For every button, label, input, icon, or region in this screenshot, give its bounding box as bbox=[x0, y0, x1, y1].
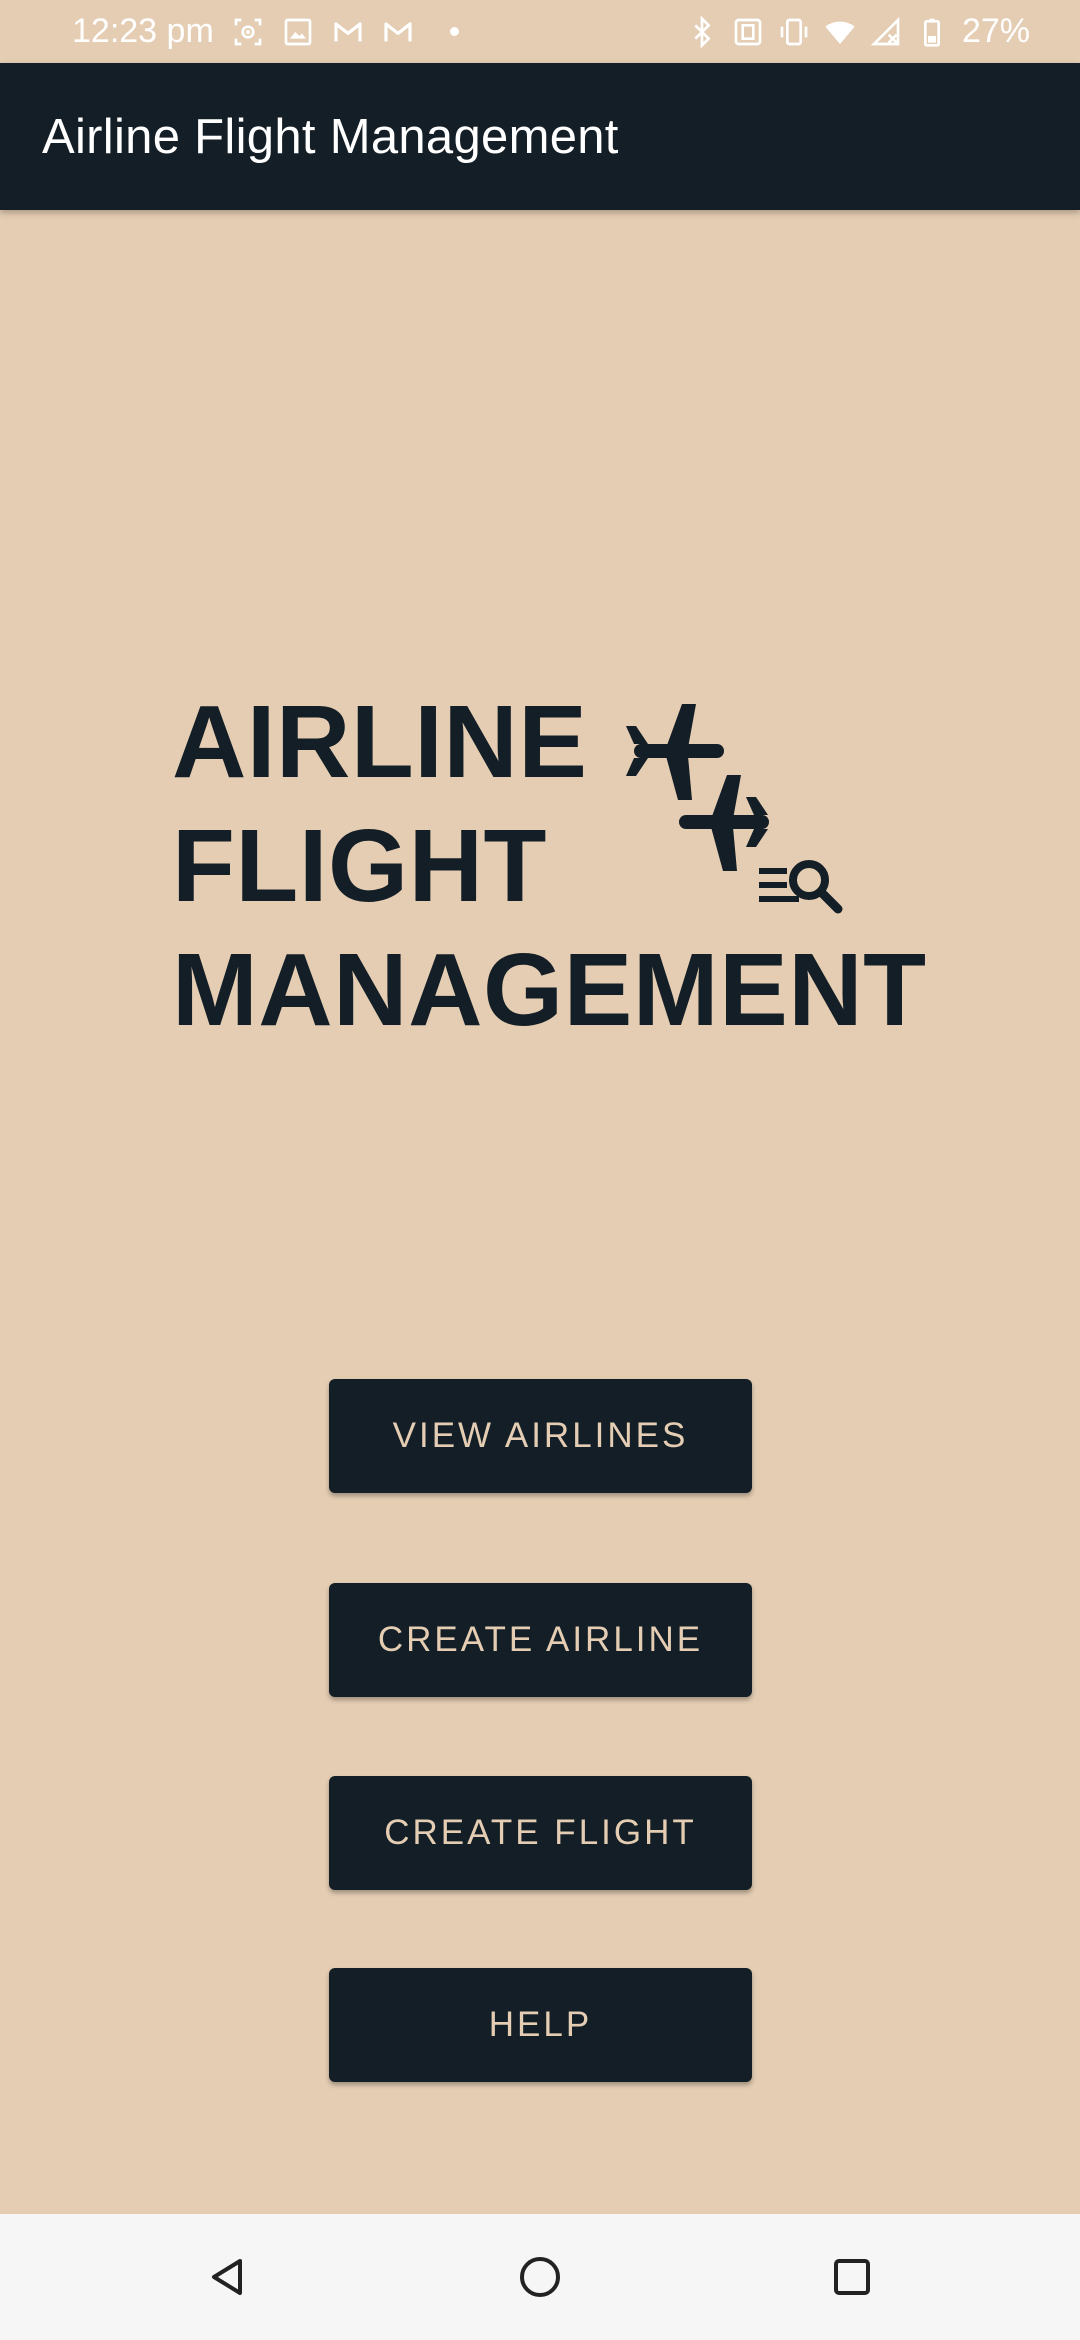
screen-record-icon bbox=[232, 16, 264, 48]
image-icon bbox=[282, 16, 314, 48]
home-icon[interactable] bbox=[505, 2242, 575, 2312]
app-bar: Airline Flight Management bbox=[0, 63, 1080, 210]
gmail-icon bbox=[332, 16, 364, 48]
wifi-icon bbox=[824, 16, 856, 48]
create-flight-button[interactable]: CREATE FLIGHT bbox=[329, 1776, 752, 1890]
view-airlines-button[interactable]: VIEW AIRLINES bbox=[329, 1379, 752, 1493]
status-right: 27% bbox=[686, 12, 1030, 51]
help-button[interactable]: HELP bbox=[329, 1968, 752, 2082]
logo-line-management: MANAGEMENT bbox=[172, 932, 927, 1047]
navigation-bar bbox=[0, 2214, 1080, 2340]
nfc-icon bbox=[732, 16, 764, 48]
status-bar: 12:23 pm 27% bbox=[0, 0, 1080, 63]
status-left: 12:23 pm bbox=[72, 12, 459, 51]
bluetooth-icon bbox=[686, 15, 718, 48]
gmail-icon bbox=[382, 16, 414, 48]
vibrate-icon bbox=[778, 16, 810, 48]
status-time: 12:23 pm bbox=[72, 12, 214, 50]
battery-icon bbox=[916, 16, 948, 48]
notification-dot-icon bbox=[449, 27, 459, 36]
battery-percentage: 27% bbox=[961, 12, 1030, 50]
airplanes-search-icon bbox=[624, 700, 854, 915]
recent-apps-icon[interactable] bbox=[817, 2242, 887, 2312]
app-logo: AIRLINE FLIGHT MANAGEMENT bbox=[172, 680, 926, 1047]
back-icon[interactable] bbox=[193, 2242, 263, 2312]
app-title: Airline Flight Management bbox=[42, 109, 619, 164]
no-signal-icon bbox=[870, 16, 902, 48]
create-airline-button[interactable]: CREATE AIRLINE bbox=[329, 1583, 752, 1697]
